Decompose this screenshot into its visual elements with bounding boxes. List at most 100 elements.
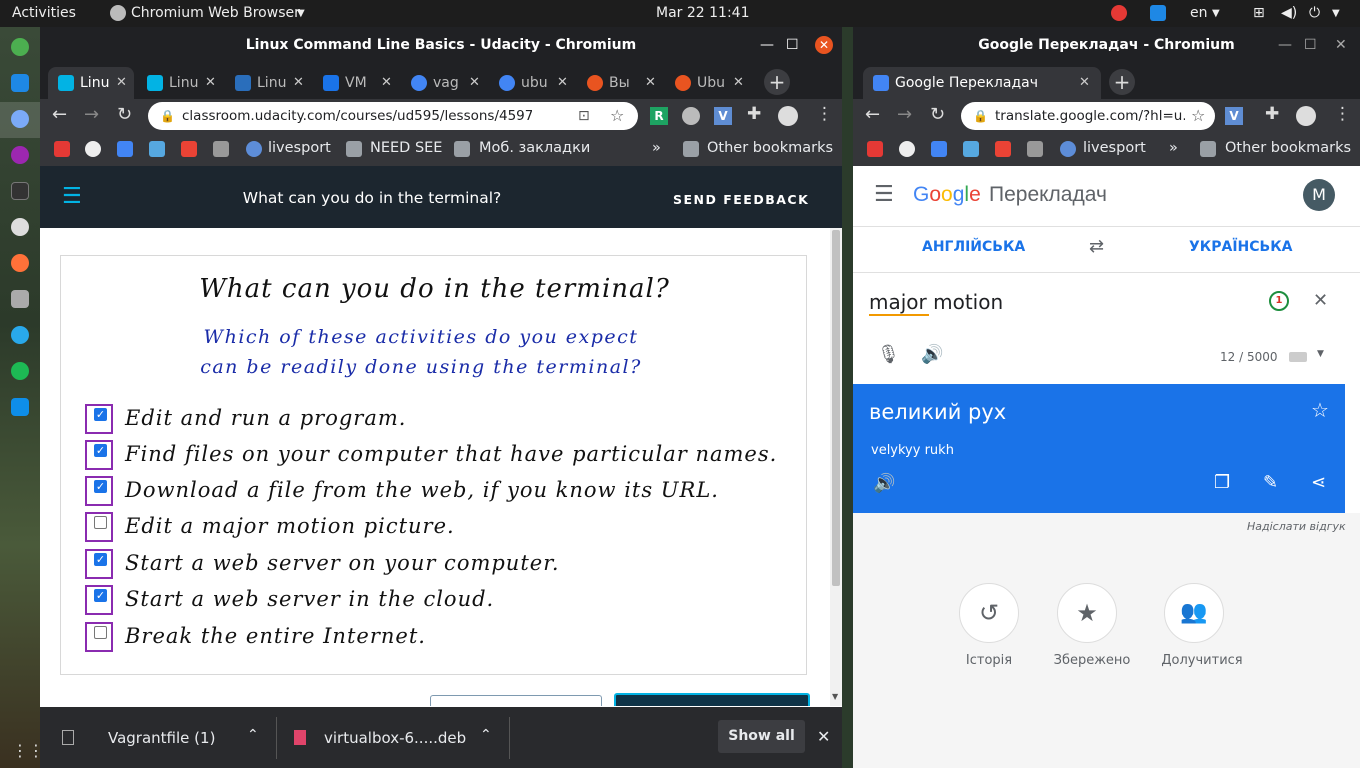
translate-page-icon[interactable]: ⊡ (578, 102, 590, 130)
s-bookmark-icon[interactable] (149, 141, 165, 157)
bird-bookmark-icon[interactable] (213, 141, 229, 157)
swap-languages-icon[interactable]: ⇄ (1089, 236, 1104, 257)
tab-google-1[interactable]: vag ✕ (401, 67, 487, 99)
show-all-button[interactable]: Show all (718, 720, 805, 753)
bookmark-other[interactable]: Other bookmarks (1225, 140, 1351, 156)
tab-udacity-2[interactable]: Linu ✕ (137, 67, 223, 99)
youtube-icon[interactable] (867, 141, 883, 157)
close-tab-icon[interactable]: ✕ (116, 67, 127, 99)
tab-udacity-1[interactable]: Linu ✕ (48, 67, 134, 99)
address-bar[interactable]: 🔒 translate.google.com/?hl=u... ☆ (961, 102, 1215, 130)
volume-icon[interactable]: ◀) (1281, 5, 1297, 21)
tab-wiki[interactable]: Linu ✕ (225, 67, 311, 99)
opera-icon[interactable] (11, 218, 29, 236)
option-checkbox[interactable]: ✓ (94, 553, 107, 566)
saved-button[interactable]: ★ (1057, 583, 1117, 643)
activities-button[interactable]: Activities (12, 5, 76, 21)
tab-google-translate[interactable]: Google Перекладач ✕ (863, 67, 1101, 99)
bookmark-star-icon[interactable]: ☆ (1191, 102, 1205, 130)
chevron-up-icon[interactable]: ⌃ (480, 727, 492, 743)
menu-kebab-icon[interactable]: ⋮ (816, 104, 833, 124)
close-tab-icon[interactable]: ✕ (645, 67, 656, 99)
maximize-icon[interactable]: ☐ (786, 27, 799, 63)
tab-vagrant[interactable]: VM ✕ (313, 67, 399, 99)
close-tab-icon[interactable]: ✕ (469, 67, 480, 99)
source-language-button[interactable]: АНГЛІЙСЬКА (922, 239, 1025, 255)
speaker-icon[interactable]: 🔊 (921, 344, 943, 365)
chromium-dock-icon[interactable] (11, 110, 29, 128)
extensions-puzzle-icon[interactable]: ✚ (1265, 104, 1279, 124)
source-text-input[interactable]: major motion (869, 290, 1003, 314)
send-feedback-link[interactable]: SEND FEEDBACK (673, 192, 809, 207)
close-tab-icon[interactable]: ✕ (733, 67, 744, 99)
chevron-down-icon[interactable]: ▼ (1317, 349, 1324, 359)
close-tab-icon[interactable]: ✕ (381, 67, 392, 99)
option-checkbox[interactable] (94, 626, 107, 639)
close-downloads-icon[interactable]: ✕ (817, 727, 830, 746)
github-icon[interactable] (11, 146, 29, 164)
back-icon[interactable]: ← (52, 104, 67, 125)
close-tab-icon[interactable]: ✕ (293, 67, 304, 99)
address-bar[interactable]: 🔒 classroom.udacity.com/courses/ud595/le… (148, 102, 638, 130)
bird-bookmark-icon[interactable] (1027, 141, 1043, 157)
option-checkbox[interactable]: ✓ (94, 480, 107, 493)
bookmark-need-see[interactable]: NEED SEE (370, 140, 442, 156)
google-translate-bookmark-icon[interactable] (117, 141, 133, 157)
minimize-icon[interactable]: — (1278, 27, 1292, 63)
page-scrollbar[interactable]: ▼ (830, 228, 842, 706)
download-item-vagrantfile[interactable]: Vagrantfile (1) (108, 729, 215, 747)
account-avatar[interactable]: M (1303, 179, 1335, 211)
extension-v-icon[interactable]: V (1225, 107, 1243, 125)
close-tab-icon[interactable]: ✕ (1079, 67, 1090, 99)
language-indicator[interactable]: en (1190, 5, 1208, 21)
menu-kebab-icon[interactable]: ⋮ (1334, 104, 1351, 124)
tab-ubuntu-1[interactable]: Вы ✕ (577, 67, 663, 99)
hamburger-menu-icon[interactable]: ☰ (874, 182, 894, 207)
extension-icon[interactable] (682, 107, 700, 125)
option-checkbox[interactable]: ✓ (94, 408, 107, 421)
telegram-icon[interactable] (11, 326, 29, 344)
app-menu[interactable]: Chromium Web Browser (131, 5, 300, 21)
github-bookmark-icon[interactable] (899, 141, 915, 157)
microphone-icon[interactable]: 🎙 (877, 344, 900, 365)
bookmark-mob[interactable]: Моб. закладки (479, 140, 590, 156)
forward-icon[interactable]: → (84, 104, 99, 125)
new-tab-button[interactable]: + (1109, 69, 1135, 95)
terminal-icon[interactable] (11, 182, 29, 200)
download-item-virtualbox[interactable]: virtualbox-6.....deb (324, 729, 466, 747)
profile-avatar-icon[interactable] (778, 106, 798, 126)
bookmark-star-icon[interactable]: ☆ (610, 102, 624, 130)
spotify-icon[interactable] (11, 362, 29, 380)
copy-icon[interactable]: ❐ (1214, 472, 1230, 493)
extension-v-icon[interactable]: V (714, 107, 732, 125)
history-button[interactable]: ↺ (959, 583, 1019, 643)
google-translate-bookmark-icon[interactable] (931, 141, 947, 157)
target-language-button[interactable]: УКРАЇНСЬКА (1189, 239, 1292, 255)
tab-google-2[interactable]: ubu ✕ (489, 67, 575, 99)
gmail-icon[interactable] (995, 141, 1011, 157)
bookmarks-overflow-icon[interactable]: » (1169, 140, 1178, 156)
community-button[interactable]: 👥 (1164, 583, 1224, 643)
save-star-icon[interactable]: ☆ (1311, 398, 1329, 422)
option-checkbox[interactable] (94, 516, 107, 529)
send-feedback-link[interactable]: Надіслати відгук (1247, 520, 1346, 533)
files-icon[interactable] (11, 290, 29, 308)
close-tab-icon[interactable]: ✕ (557, 67, 568, 99)
new-tab-button[interactable]: + (764, 69, 790, 95)
chevron-up-icon[interactable]: ⌃ (247, 727, 259, 743)
submit-button[interactable] (614, 693, 810, 706)
minimize-icon[interactable]: — (760, 27, 774, 63)
reload-icon[interactable]: ↻ (117, 104, 132, 125)
bookmark-other[interactable]: Other bookmarks (707, 140, 833, 156)
network-icon[interactable]: ⊞ (1253, 5, 1265, 21)
edit-pencil-icon[interactable]: ✎ (1263, 472, 1278, 493)
forward-icon[interactable]: → (897, 104, 912, 125)
tray-app-icon[interactable] (1111, 5, 1127, 21)
close-tab-icon[interactable]: ✕ (205, 67, 216, 99)
youtube-icon[interactable] (54, 141, 70, 157)
option-checkbox[interactable]: ✓ (94, 444, 107, 457)
power-icon[interactable]: ⏻ (1309, 5, 1320, 21)
vscode-icon[interactable] (11, 74, 29, 92)
secondary-button[interactable] (430, 695, 602, 706)
firefox-icon[interactable] (11, 254, 29, 272)
